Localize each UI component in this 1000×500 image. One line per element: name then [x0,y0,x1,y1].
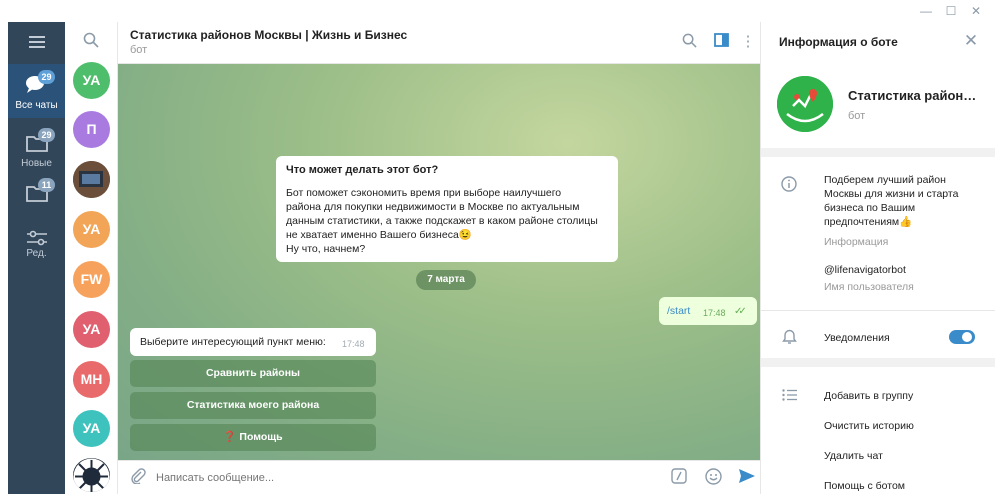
title-bar: — ☐ ✕ [8,0,994,22]
message-text: Выберите интересующий пункт меню: [140,336,326,348]
message-composer [118,460,760,494]
keyboard-button-help[interactable]: ❓ Помощь [130,424,376,451]
close-icon[interactable]: ✕ [968,3,984,19]
unread-badge: 11 [38,178,55,192]
message-time: 17:48 [703,308,726,318]
maximize-icon[interactable]: ☐ [943,3,959,19]
folder-label: Новые [21,158,52,169]
telegram-window: — ☐ ✕ 29 Все чаты 29 Новые 11 Ред. УА П … [8,0,995,500]
bot-info-card: Что может делать этот бот? Бот поможет с… [276,156,618,262]
chat-avatar[interactable]: FW [73,261,110,298]
search-icon[interactable] [680,33,698,51]
folder-label: Ред. [26,248,47,259]
edit-folders[interactable]: Ред. [8,220,65,274]
folder-custom[interactable]: 11 [8,172,65,226]
chat-avatar[interactable]: УА [73,410,110,447]
bot-username[interactable]: @lifenavigatorbot [824,264,906,276]
bot-info-text: Бот поможет сэкономить время при выборе … [286,187,598,255]
bot-description: Подберем лучший район Москвы для жизни и… [824,174,959,228]
divider [761,358,995,367]
unread-badge: 29 [38,70,55,84]
folder-new[interactable]: 29 Новые [8,122,65,176]
keyboard-button-my-district[interactable]: Статистика моего района [130,392,376,419]
message-area: Что может делать этот бот? Бот поможет с… [118,64,760,460]
delete-chat-button[interactable]: Удалить чат [824,450,883,462]
chat-panel: Статистика районов Москвы | Жизнь и Бизн… [118,22,760,494]
panel-header: Информация о боте ✕ [761,22,995,62]
more-options-icon[interactable]: ⋮ [739,33,757,51]
notifications-toggle[interactable] [949,330,975,344]
chat-title: Статистика районов Москвы | Жизнь и Бизн… [130,28,408,42]
username-label: Имя пользователя [824,281,914,293]
bot-name: Статистика район… [848,88,977,103]
folders-rail: 29 Все чаты 29 Новые 11 Ред. [8,22,65,494]
keyboard-button-compare[interactable]: Сравнить районы [130,360,376,387]
info-icon [779,176,799,196]
chat-avatar[interactable]: УА [73,311,110,348]
folder-all-chats[interactable]: 29 Все чаты [8,64,65,118]
bot-info-title: Что может делать этот бот? [286,164,439,176]
panel-title: Информация о боте [779,35,898,49]
search-icon[interactable] [80,32,102,54]
bot-commands-icon[interactable] [669,468,689,488]
notifications-label: Уведомления [824,332,890,344]
chat-subtitle: бот [130,44,148,56]
bot-avatar[interactable] [777,76,833,132]
read-checkmarks-icon: ✓✓ [734,306,747,317]
divider [761,148,995,157]
close-icon[interactable]: ✕ [961,31,981,51]
edit-filters-icon [26,230,47,246]
incoming-message[interactable]: Выберите интересующий пункт меню: 17:48 [130,328,376,356]
chat-header[interactable]: Статистика районов Москвы | Жизнь и Бизн… [118,22,760,64]
outgoing-message[interactable]: /start 17:48 ✓✓ [659,297,757,325]
bot-info-panel: Информация о боте ✕ Статистика район… бо… [760,22,995,494]
minimize-icon[interactable]: — [918,3,934,19]
description-label: Информация [824,236,889,248]
sidebar-toggle-icon[interactable] [712,33,730,51]
unread-badge: 29 [38,128,55,142]
clear-history-button[interactable]: Очистить историю [824,420,914,432]
toggle-knob [962,332,972,342]
message-input[interactable] [156,469,636,487]
emoji-icon[interactable] [703,468,723,488]
list-icon [779,386,799,406]
hamburger-icon [28,36,45,48]
chat-avatar-photo[interactable] [73,161,110,198]
chat-avatar[interactable]: УА [73,62,110,99]
menu-button[interactable] [8,22,65,62]
chat-avatar-photo[interactable] [73,458,110,492]
message-text[interactable]: /start [667,305,690,317]
chat-avatar[interactable]: МН [73,361,110,398]
bot-subtitle: бот [848,110,866,122]
chat-list: УА П УА FW УА МН УА [65,22,118,494]
bot-help-button[interactable]: Помощь с ботом [824,480,905,492]
divider [761,310,995,311]
date-separator: 7 марта [416,270,476,290]
add-to-group-button[interactable]: Добавить в группу [824,390,913,402]
chat-avatar[interactable]: УА [73,211,110,248]
bell-icon [779,328,799,348]
folder-label: Все чаты [15,100,58,111]
chat-avatar[interactable]: П [73,111,110,148]
send-icon[interactable] [737,468,757,488]
message-time: 17:48 [342,339,365,349]
attach-icon[interactable] [128,468,148,488]
